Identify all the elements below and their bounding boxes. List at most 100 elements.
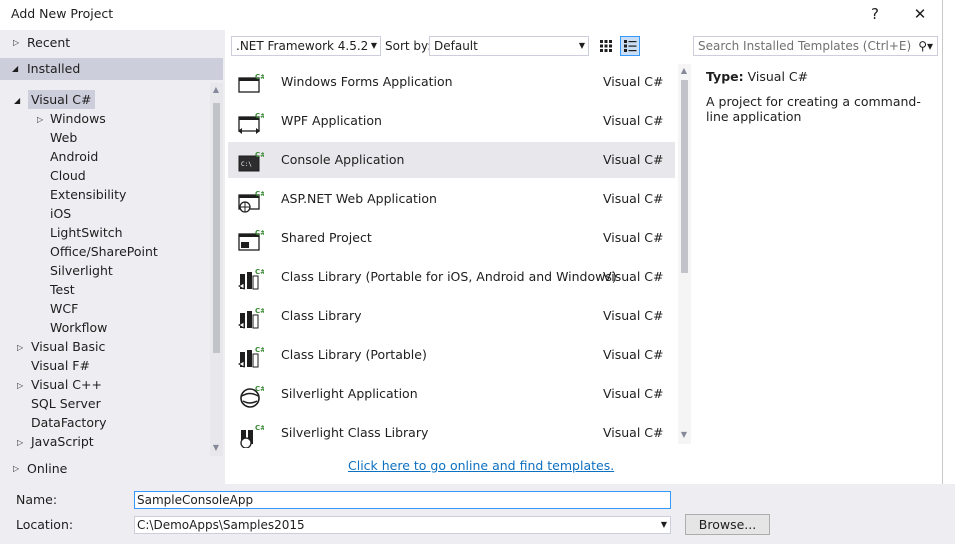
tree-item[interactable]: ▷ Windows [37,109,106,128]
search-icon[interactable]: ⚲▾ [918,37,933,55]
tree-item-label: LightSwitch [50,225,123,240]
tree-item[interactable]: ▷ Visual C++ [17,375,102,394]
tree-item[interactable]: Workflow [50,318,107,337]
expand-arrow-icon[interactable]: ▷ [13,32,19,54]
tree-item[interactable]: SQL Server [31,394,101,413]
type-label: Type: [706,69,744,84]
dialog-title: Add New Project [11,6,114,21]
template-language: Visual C# [603,386,664,401]
expand-arrow-icon[interactable]: ▷ [17,338,23,357]
tree-item-label: Visual C++ [31,377,102,392]
project-name-input[interactable]: SampleConsoleApp [134,491,671,509]
template-name: Windows Forms Application [281,74,453,89]
template-name: Silverlight Class Library [281,425,429,440]
tree-item[interactable]: Silverlight [50,261,113,280]
location-dropdown[interactable]: C:\DemoApps\Samples2015 ▼ [134,516,671,534]
template-item[interactable]: C# Class Library (Portable) Visual C# [228,337,675,373]
tree-item[interactable]: ▷ JavaScript [17,432,94,451]
chevron-down-icon: ▼ [660,520,667,529]
tree-item[interactable]: Test [50,280,75,299]
name-label: Name: [16,492,58,507]
class-library-icon: C# [238,344,266,368]
tree-item-label: Android [50,149,99,164]
template-name: Silverlight Application [281,386,418,401]
template-name: Console Application [281,152,405,167]
scroll-thumb[interactable] [681,80,688,273]
template-item[interactable]: C# ASP.NET Web Application Visual C# [228,181,675,217]
template-item[interactable]: C# Silverlight Class Library Visual C# [228,415,675,451]
svg-text:C#: C# [255,112,264,120]
location-label: Location: [16,517,74,532]
chevron-down-icon: ▼ [578,41,585,50]
tree-item-label: Test [50,282,75,297]
template-item[interactable]: C# Windows Forms Application Visual C# [228,64,675,100]
template-name: Class Library (Portable) [281,347,427,362]
chevron-down-icon: ▼ [370,41,377,50]
windows-forms-icon: C# [238,71,266,95]
template-item[interactable]: C# Class Library Visual C# [228,298,675,334]
section-recent[interactable]: ▷ Recent [0,32,223,54]
small-icons-view-button[interactable] [596,36,616,56]
template-item[interactable]: C# Silverlight Application Visual C# [228,376,675,412]
tree-item[interactable]: Web [50,128,77,147]
tree-item[interactable]: DataFactory [31,413,107,432]
online-templates-link[interactable]: Click here to go online and find templat… [348,458,614,473]
scroll-down-icon[interactable]: ▼ [211,443,221,452]
tree-item[interactable]: WCF [50,299,78,318]
svg-text:C#: C# [255,73,264,81]
expand-arrow-icon[interactable]: ▷ [17,433,23,452]
template-name: Class Library (Portable for iOS, Android… [281,269,617,284]
template-item[interactable]: C# WPF Application Visual C# [228,103,675,139]
scroll-down-icon[interactable]: ▼ [679,430,689,439]
tree-item[interactable]: Visual F# [31,356,90,375]
framework-dropdown[interactable]: .NET Framework 4.5.2 ▼ [231,36,381,56]
template-name: ASP.NET Web Application [281,191,437,206]
collapse-arrow-icon[interactable]: ◢ [14,91,20,110]
help-button[interactable]: ? [863,3,887,25]
expand-arrow-icon[interactable]: ▷ [17,376,23,395]
template-language: Visual C# [603,191,664,206]
browse-button[interactable]: Browse... [685,514,770,535]
expand-arrow-icon[interactable]: ▷ [37,110,43,129]
tree-item[interactable]: ▷ Visual Basic [17,337,105,356]
tree-item-label: WCF [50,301,79,316]
sort-label: Sort by: [385,39,432,53]
svg-text:C#: C# [255,151,264,159]
tree-item[interactable]: Cloud [50,166,86,185]
shared-project-icon: C# [238,227,266,251]
sort-dropdown[interactable]: Default ▼ [429,36,589,56]
template-category-tree: ◢ Visual C# ▷ Windows Web Android Cloud Extensi… [0,60,210,449]
template-item[interactable]: C# Class Library (Portable for iOS, Andro… [228,259,675,295]
template-item[interactable]: C# Shared Project Visual C# [228,220,675,256]
template-scrollbar[interactable]: ▲ ▼ [678,64,691,444]
tree-item[interactable]: Office/SharePoint [50,242,158,261]
project-form: Name: SampleConsoleApp Location: C:\Demo… [0,484,955,544]
template-language: Visual C# [603,74,664,89]
search-templates-input[interactable]: Search Installed Templates (Ctrl+E) ⚲▾ [693,36,938,56]
tree-scrollbar[interactable]: ▲ ▼ [210,83,223,456]
tree-item-label: SQL Server [31,396,101,411]
scroll-thumb[interactable] [213,103,220,353]
web-app-icon: C# [238,188,266,213]
template-item[interactable]: C:\C# Console Application Visual C# [228,142,675,178]
tree-item[interactable]: Android [50,147,98,166]
type-value: Visual C# [747,69,809,84]
tree-item[interactable]: LightSwitch [50,223,123,242]
tree-item-label: Windows [50,111,106,126]
scroll-up-icon[interactable]: ▲ [679,66,689,75]
tree-item[interactable]: iOS [50,204,71,223]
list-view-button[interactable] [620,36,640,56]
template-list: C# Silverlight Class Library Visual C# C# Si… [228,63,693,484]
window-border [942,0,943,544]
tree-item-label: JavaScript [31,434,94,449]
tree-item-label: Extensibility [50,187,127,202]
section-online[interactable]: ▷ Online [0,458,223,480]
expand-arrow-icon[interactable]: ▷ [13,458,19,480]
tree-item-label: iOS [50,206,72,221]
tree-item[interactable]: ◢ Visual C# [14,90,95,109]
tree-item[interactable]: Extensibility [50,185,126,204]
close-button[interactable]: ✕ [908,3,932,25]
scroll-up-icon[interactable]: ▲ [211,85,221,94]
tree-item-label: Web [50,130,78,145]
template-language: Visual C# [603,230,664,245]
